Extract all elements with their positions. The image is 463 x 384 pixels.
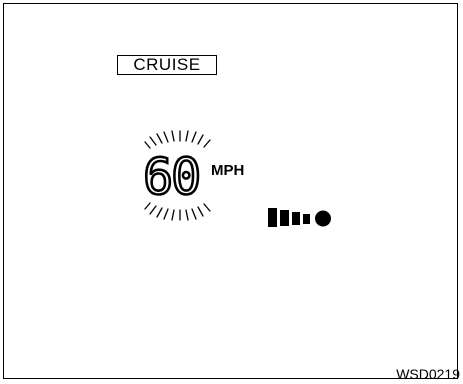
speed-indicator-icon bbox=[268, 208, 331, 227]
flash-rays-icon bbox=[144, 130, 211, 221]
speed-unit-label: MPH bbox=[211, 162, 245, 179]
figure-code: WSD0219 bbox=[396, 366, 460, 382]
set-speed-display: 60 bbox=[142, 148, 203, 206]
